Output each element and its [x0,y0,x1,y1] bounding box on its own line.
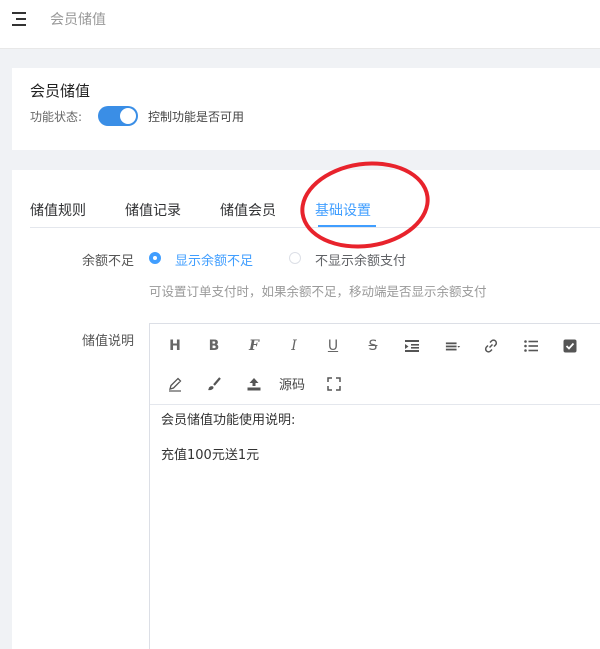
toggle-knob [120,108,136,124]
content-line: 充值100元送1元 [161,448,260,463]
radio-hide-balance[interactable] [289,252,301,264]
link-icon[interactable] [481,336,501,356]
status-toggle[interactable] [98,106,138,126]
description-label: 储值说明 [82,334,135,349]
radio-show-balance-label[interactable]: 显示余额不足 [175,250,253,269]
editor-toolbar: H B F I U S 源码 [150,324,600,405]
brush-icon[interactable] [204,374,224,394]
menu-toggle-icon[interactable] [12,10,30,28]
fullscreen-icon[interactable] [324,374,344,394]
indent-icon[interactable] [402,336,422,356]
heading-icon[interactable]: H [165,336,185,356]
checkbox-icon[interactable] [560,336,580,356]
top-bar: 会员储值 [0,0,600,49]
editor-content[interactable]: 会员储值功能使用说明: 充值100元送1元 [161,412,295,482]
feature-card: 会员储值 功能状态: 控制功能是否可用 [12,68,600,150]
radio-hide-balance-label[interactable]: 不显示余额支付 [315,250,406,269]
rich-text-editor: H B F I U S 源码 会员储值功能使用说明: 充值100元送1元 [149,323,600,649]
active-tab-indicator [318,225,376,227]
card-title: 会员储值 [30,82,91,100]
settings-card: 储值规则 储值记录 储值会员 基础设置 余额不足 显示余额不足 不显示余额支付 … [12,153,600,649]
tab-bar: 储值规则 储值记录 储值会员 基础设置 [30,170,600,228]
pen-icon[interactable] [165,374,185,394]
underline-icon[interactable]: U [323,336,343,356]
balance-hint: 可设置订单支付时，如果余额不足，移动端是否显示余额支付 [149,284,487,299]
tab-basic-settings[interactable]: 基础设置 [315,200,371,220]
font-icon[interactable]: F [244,336,264,356]
status-label: 功能状态: [30,110,83,124]
status-description: 控制功能是否可用 [148,110,245,124]
strikethrough-icon[interactable]: S [363,336,383,356]
italic-icon[interactable]: I [284,336,304,356]
tab-recharge-members[interactable]: 储值会员 [220,200,276,220]
source-code-button[interactable]: 源码 [279,374,305,393]
tab-recharge-rules[interactable]: 储值规则 [30,200,86,220]
radio-show-balance[interactable] [149,252,161,264]
tab-recharge-records[interactable]: 储值记录 [125,200,181,220]
list-icon[interactable] [521,336,541,356]
breadcrumb: 会员储值 [50,12,106,28]
content-line: 会员储值功能使用说明: [161,413,296,428]
align-icon[interactable] [442,336,464,356]
balance-label: 余额不足 [82,254,135,269]
bold-icon[interactable]: B [204,336,224,356]
upload-icon[interactable] [244,374,264,394]
